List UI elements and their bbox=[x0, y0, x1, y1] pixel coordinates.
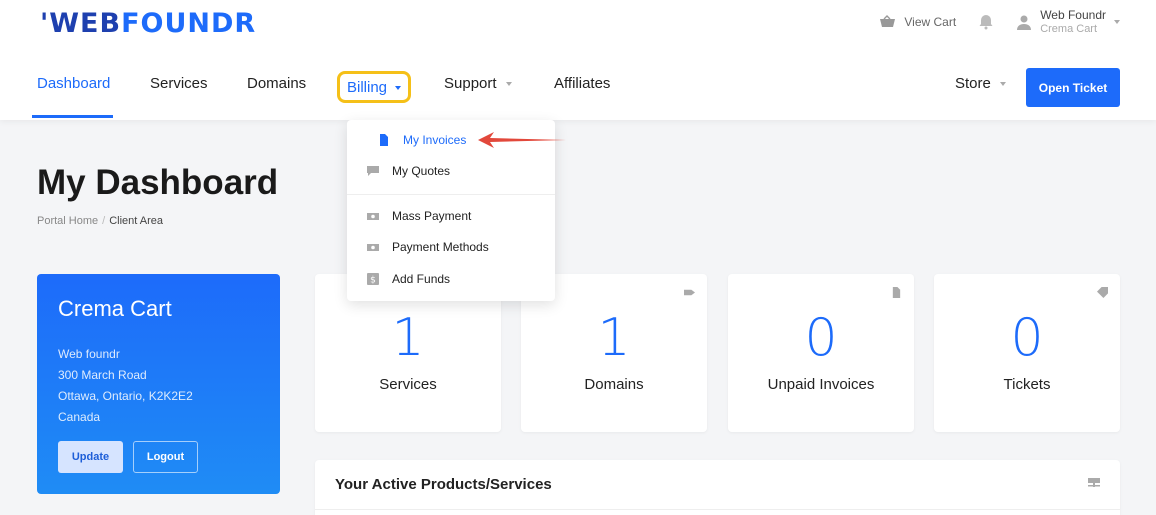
stat-label: Unpaid Invoices bbox=[767, 376, 875, 393]
stat-value: 1 bbox=[597, 308, 631, 368]
nav-domains[interactable]: Domains bbox=[247, 75, 306, 92]
view-cart-link[interactable]: View Cart bbox=[879, 15, 956, 29]
chevron-down-icon bbox=[1114, 20, 1120, 24]
profile-name: Crema Cart bbox=[58, 296, 172, 321]
breadcrumb: Portal Home / Client Area bbox=[37, 215, 164, 227]
main-nav: Dashboard Services Domains Billing Suppo… bbox=[0, 65, 1156, 120]
active-nav-indicator bbox=[32, 115, 113, 118]
server-icon bbox=[1088, 478, 1100, 487]
nav-support[interactable]: Support bbox=[444, 75, 512, 92]
stat-label: Services bbox=[379, 376, 437, 393]
chevron-down-icon bbox=[395, 86, 402, 91]
nav-store[interactable]: Store bbox=[955, 75, 1007, 92]
nav-billing[interactable]: Billing bbox=[347, 79, 402, 96]
comment-icon bbox=[367, 166, 379, 176]
chevron-down-icon bbox=[505, 82, 512, 87]
stat-value: 1 bbox=[391, 308, 425, 368]
menu-divider bbox=[347, 194, 555, 195]
breadcrumb-current: Client Area bbox=[109, 215, 164, 227]
chevron-down-icon bbox=[1000, 82, 1007, 87]
logout-button[interactable]: Logout bbox=[133, 441, 198, 473]
user-name: Web Foundr bbox=[1040, 8, 1106, 22]
money-icon bbox=[367, 244, 379, 251]
logo[interactable]: 'WEBFOUNDR bbox=[40, 8, 256, 39]
nav-affiliates[interactable]: Affiliates bbox=[554, 75, 610, 92]
open-ticket-button[interactable]: Open Ticket bbox=[1026, 68, 1120, 107]
address-line: 300 March Road bbox=[58, 368, 147, 382]
menu-item-add-funds[interactable]: $ Add Funds bbox=[347, 267, 555, 291]
profile-card: Crema Cart Web foundr 300 March Road Ott… bbox=[37, 274, 280, 494]
stat-label: Tickets bbox=[1003, 376, 1051, 393]
svg-text:$: $ bbox=[370, 276, 376, 286]
file-icon bbox=[892, 287, 901, 298]
funds-icon: $ bbox=[367, 273, 379, 285]
nav-services[interactable]: Services bbox=[150, 75, 208, 92]
top-bar: View Cart Web Foundr Crema Cart bbox=[879, 8, 1120, 36]
stat-value: 0 bbox=[1010, 308, 1044, 368]
page-title: My Dashboard bbox=[37, 163, 279, 202]
file-icon bbox=[380, 134, 388, 146]
address-line: Canada bbox=[58, 410, 101, 424]
nav-dashboard[interactable]: Dashboard bbox=[37, 75, 110, 92]
site-header: 'WEBFOUNDR View Cart Web Foundr Crema Ca… bbox=[0, 0, 1156, 120]
stat-tile-unpaid-invoices[interactable]: 0 Unpaid Invoices bbox=[728, 274, 914, 432]
cart-icon bbox=[880, 15, 896, 27]
menu-item-my-quotes[interactable]: My Quotes bbox=[347, 159, 555, 183]
menu-item-payment-methods[interactable]: Payment Methods bbox=[347, 235, 555, 259]
stat-label: Domains bbox=[584, 376, 644, 393]
annotation-arrow-icon bbox=[478, 132, 566, 148]
notification-bell-icon[interactable] bbox=[978, 14, 994, 30]
stat-value: 0 bbox=[804, 308, 838, 368]
stat-tile-tickets[interactable]: 0 Tickets bbox=[934, 274, 1120, 432]
tag-icon bbox=[684, 289, 695, 296]
ticket-icon bbox=[1097, 287, 1108, 298]
money-icon bbox=[367, 213, 379, 220]
active-products-panel: Your Active Products/Services bbox=[315, 460, 1120, 515]
panel-title: Your Active Products/Services bbox=[335, 476, 552, 493]
user-icon bbox=[1017, 15, 1032, 30]
breadcrumb-home[interactable]: Portal Home bbox=[37, 215, 98, 227]
user-menu[interactable]: Web Foundr Crema Cart bbox=[1016, 8, 1120, 36]
menu-item-mass-payment[interactable]: Mass Payment bbox=[347, 204, 555, 228]
address-line: Web foundr bbox=[58, 347, 120, 361]
address-line: Ottawa, Ontario, K2K2E2 bbox=[58, 389, 193, 403]
update-button[interactable]: Update bbox=[58, 441, 123, 473]
user-company: Crema Cart bbox=[1040, 23, 1098, 35]
